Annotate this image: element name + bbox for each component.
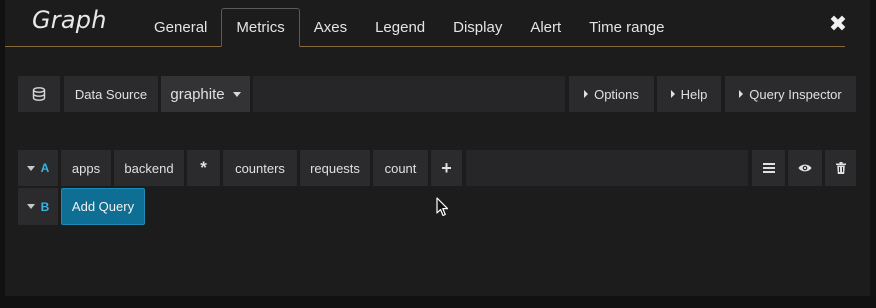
datasource-icon-box xyxy=(18,76,60,112)
segment-wildcard[interactable]: * xyxy=(187,150,220,186)
hamburger-icon xyxy=(762,163,775,173)
eye-icon xyxy=(798,164,812,172)
tab-metrics[interactable]: Metrics xyxy=(221,8,300,47)
query-a-filler xyxy=(466,150,748,186)
chevron-down-icon xyxy=(26,204,35,209)
delete-query-button[interactable] xyxy=(825,150,856,186)
bottom-strip xyxy=(0,296,876,308)
tab-alert[interactable]: Alert xyxy=(516,8,575,47)
segment-apps[interactable]: apps xyxy=(61,150,111,186)
options-button[interactable]: Options xyxy=(569,76,654,112)
options-label: Options xyxy=(594,86,639,102)
datasource-value: graphite xyxy=(170,85,225,103)
tab-axes[interactable]: Axes xyxy=(300,8,361,47)
tab-time-range[interactable]: Time range xyxy=(575,8,678,47)
tab-general[interactable]: General xyxy=(140,8,221,47)
tab-display[interactable]: Display xyxy=(439,8,516,47)
chevron-down-icon xyxy=(232,91,241,97)
add-query-button[interactable]: Add Query xyxy=(61,188,145,225)
query-a-ref-id: A xyxy=(40,161,50,175)
query-a-toggle[interactable]: A xyxy=(18,150,58,186)
datasource-select[interactable]: graphite xyxy=(161,76,250,112)
caret-right-icon xyxy=(584,90,589,98)
toggle-visibility-button[interactable] xyxy=(788,150,822,186)
add-segment-button[interactable]: + xyxy=(431,150,462,186)
query-inspector-button[interactable]: Query Inspector xyxy=(725,76,856,112)
trash-icon xyxy=(835,162,846,174)
query-b-ref-id: B xyxy=(40,199,50,214)
chevron-down-icon xyxy=(26,165,35,171)
segment-count[interactable]: count xyxy=(373,150,428,186)
help-label: Help xyxy=(680,86,708,102)
editor-tabs: General Metrics Axes Legend Display Aler… xyxy=(140,8,678,48)
header-divider xyxy=(5,46,845,47)
panel-title: Graph xyxy=(32,6,107,34)
mouse-cursor-icon xyxy=(436,197,449,217)
datasource-label: Data Source xyxy=(64,76,158,112)
segment-counters[interactable]: counters xyxy=(223,150,297,186)
datasource-filler xyxy=(253,76,565,112)
segment-backend[interactable]: backend xyxy=(114,150,184,186)
query-inspector-label: Query Inspector xyxy=(749,86,842,102)
tab-legend[interactable]: Legend xyxy=(361,8,439,47)
query-b-toggle[interactable]: B xyxy=(18,188,58,225)
segment-requests[interactable]: requests xyxy=(300,150,370,186)
query-menu-button[interactable] xyxy=(752,150,785,186)
panel-editor-header: Graph General Metrics Axes Legend Displa… xyxy=(0,0,876,48)
close-icon[interactable]: ✖ xyxy=(826,12,850,36)
database-icon xyxy=(32,87,46,101)
caret-right-icon xyxy=(670,90,675,98)
help-button[interactable]: Help xyxy=(657,76,721,112)
caret-right-icon xyxy=(739,90,744,98)
